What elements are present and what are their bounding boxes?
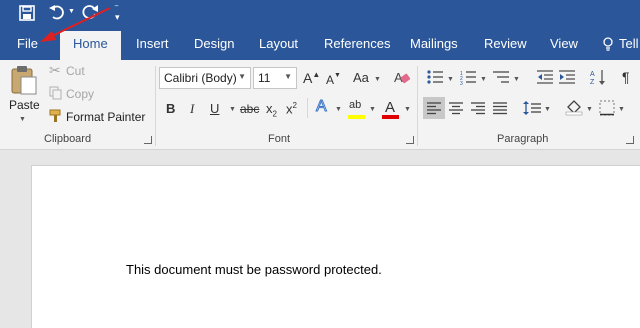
sort-icon[interactable]: A Z	[590, 69, 606, 86]
highlight-button[interactable]: ab	[349, 99, 361, 111]
font-size-value: 11	[258, 71, 271, 85]
document-body-text[interactable]: This document must be password protected…	[126, 262, 382, 277]
font-color-bar	[382, 115, 399, 119]
multilevel-dropdown-icon[interactable]: ▼	[513, 76, 520, 83]
svg-text:3: 3	[460, 81, 463, 87]
copy-icon	[49, 86, 62, 100]
numbering-icon[interactable]: 1 2 3	[460, 70, 476, 87]
shrink-font-button[interactable]: A▼	[326, 72, 341, 87]
cut-button[interactable]: Cut	[66, 64, 85, 78]
borders-dropdown-icon[interactable]: ▼	[618, 106, 625, 113]
svg-text:Z: Z	[590, 79, 595, 86]
clipboard-group-label: Clipboard	[44, 133, 92, 145]
group-divider	[155, 66, 156, 146]
subscript-index: 2	[272, 109, 277, 119]
button-divider	[307, 98, 308, 118]
bullets-icon[interactable]	[427, 70, 443, 84]
font-color-dropdown-icon[interactable]: ▼	[404, 106, 411, 113]
subscript-button[interactable]: x2	[266, 101, 277, 119]
format-painter-button[interactable]: Format Painter	[66, 110, 145, 124]
change-case-label: Aa	[353, 70, 369, 85]
grow-font-label: A	[303, 70, 313, 86]
bold-button[interactable]: B	[166, 101, 175, 116]
paragraph-launcher-icon[interactable]	[626, 136, 634, 144]
shading-icon[interactable]	[565, 99, 583, 116]
grow-font-button[interactable]: A▲	[303, 70, 320, 86]
change-case-button[interactable]: Aa	[353, 70, 369, 85]
font-name-value: Calibri (Body)	[164, 71, 237, 85]
annotation-arrow	[40, 7, 111, 42]
font-name-dropdown[interactable]: Calibri (Body) ▼	[159, 67, 251, 89]
copy-button[interactable]: Copy	[66, 87, 94, 101]
highlight-dropdown-icon[interactable]: ▼	[369, 106, 376, 113]
svg-text:A: A	[590, 71, 595, 78]
decrease-indent-icon[interactable]	[537, 70, 553, 84]
shading-dropdown-icon[interactable]: ▼	[586, 106, 593, 113]
align-right-icon[interactable]	[471, 102, 485, 115]
clear-formatting-icon[interactable]: A	[394, 69, 411, 85]
cut-icon: ✂	[49, 62, 61, 78]
paste-icon[interactable]	[10, 65, 38, 95]
font-size-dropdown[interactable]: 11 ▼	[253, 67, 297, 89]
format-painter-icon	[49, 109, 61, 122]
strikethrough-button[interactable]: abc	[240, 102, 259, 116]
bullets-dropdown-icon[interactable]: ▼	[447, 76, 454, 83]
text-effects-button[interactable]: A	[316, 98, 328, 116]
underline-button[interactable]: U	[210, 101, 219, 116]
font-group-label: Font	[268, 133, 291, 145]
text-effects-dropdown-icon[interactable]: ▼	[335, 106, 342, 113]
chevron-down-icon: ▼	[238, 72, 246, 81]
superscript-index: 2	[292, 101, 297, 110]
shrink-font-label: A	[326, 73, 335, 87]
justify-icon[interactable]	[493, 102, 507, 115]
group-divider	[417, 66, 418, 146]
font-color-button[interactable]: A	[385, 99, 395, 116]
numbering-dropdown-icon[interactable]: ▼	[480, 76, 487, 83]
show-marks-icon[interactable]: ¶	[622, 69, 630, 85]
italic-button[interactable]: I	[190, 101, 194, 117]
clipboard-launcher-icon[interactable]	[144, 136, 152, 144]
align-left-icon[interactable]	[427, 102, 441, 115]
align-center-icon[interactable]	[449, 102, 463, 115]
paragraph-group-label: Paragraph	[497, 133, 549, 145]
multilevel-list-icon[interactable]	[493, 70, 509, 84]
superscript-button[interactable]: x2	[286, 101, 297, 116]
document-page[interactable]	[31, 165, 640, 328]
highlight-color-bar	[348, 115, 365, 119]
paste-dropdown-icon[interactable]: ▼	[19, 116, 26, 123]
underline-dropdown-icon[interactable]: ▼	[229, 106, 236, 113]
change-case-dropdown-icon[interactable]: ▼	[374, 76, 381, 83]
borders-icon[interactable]	[599, 100, 615, 116]
line-spacing-dropdown-icon[interactable]: ▼	[544, 106, 551, 113]
line-spacing-icon[interactable]	[523, 101, 541, 115]
increase-indent-icon[interactable]	[559, 70, 575, 84]
chevron-down-icon: ▼	[284, 72, 292, 81]
paste-button[interactable]: Paste	[9, 98, 40, 112]
font-launcher-icon[interactable]	[406, 136, 414, 144]
